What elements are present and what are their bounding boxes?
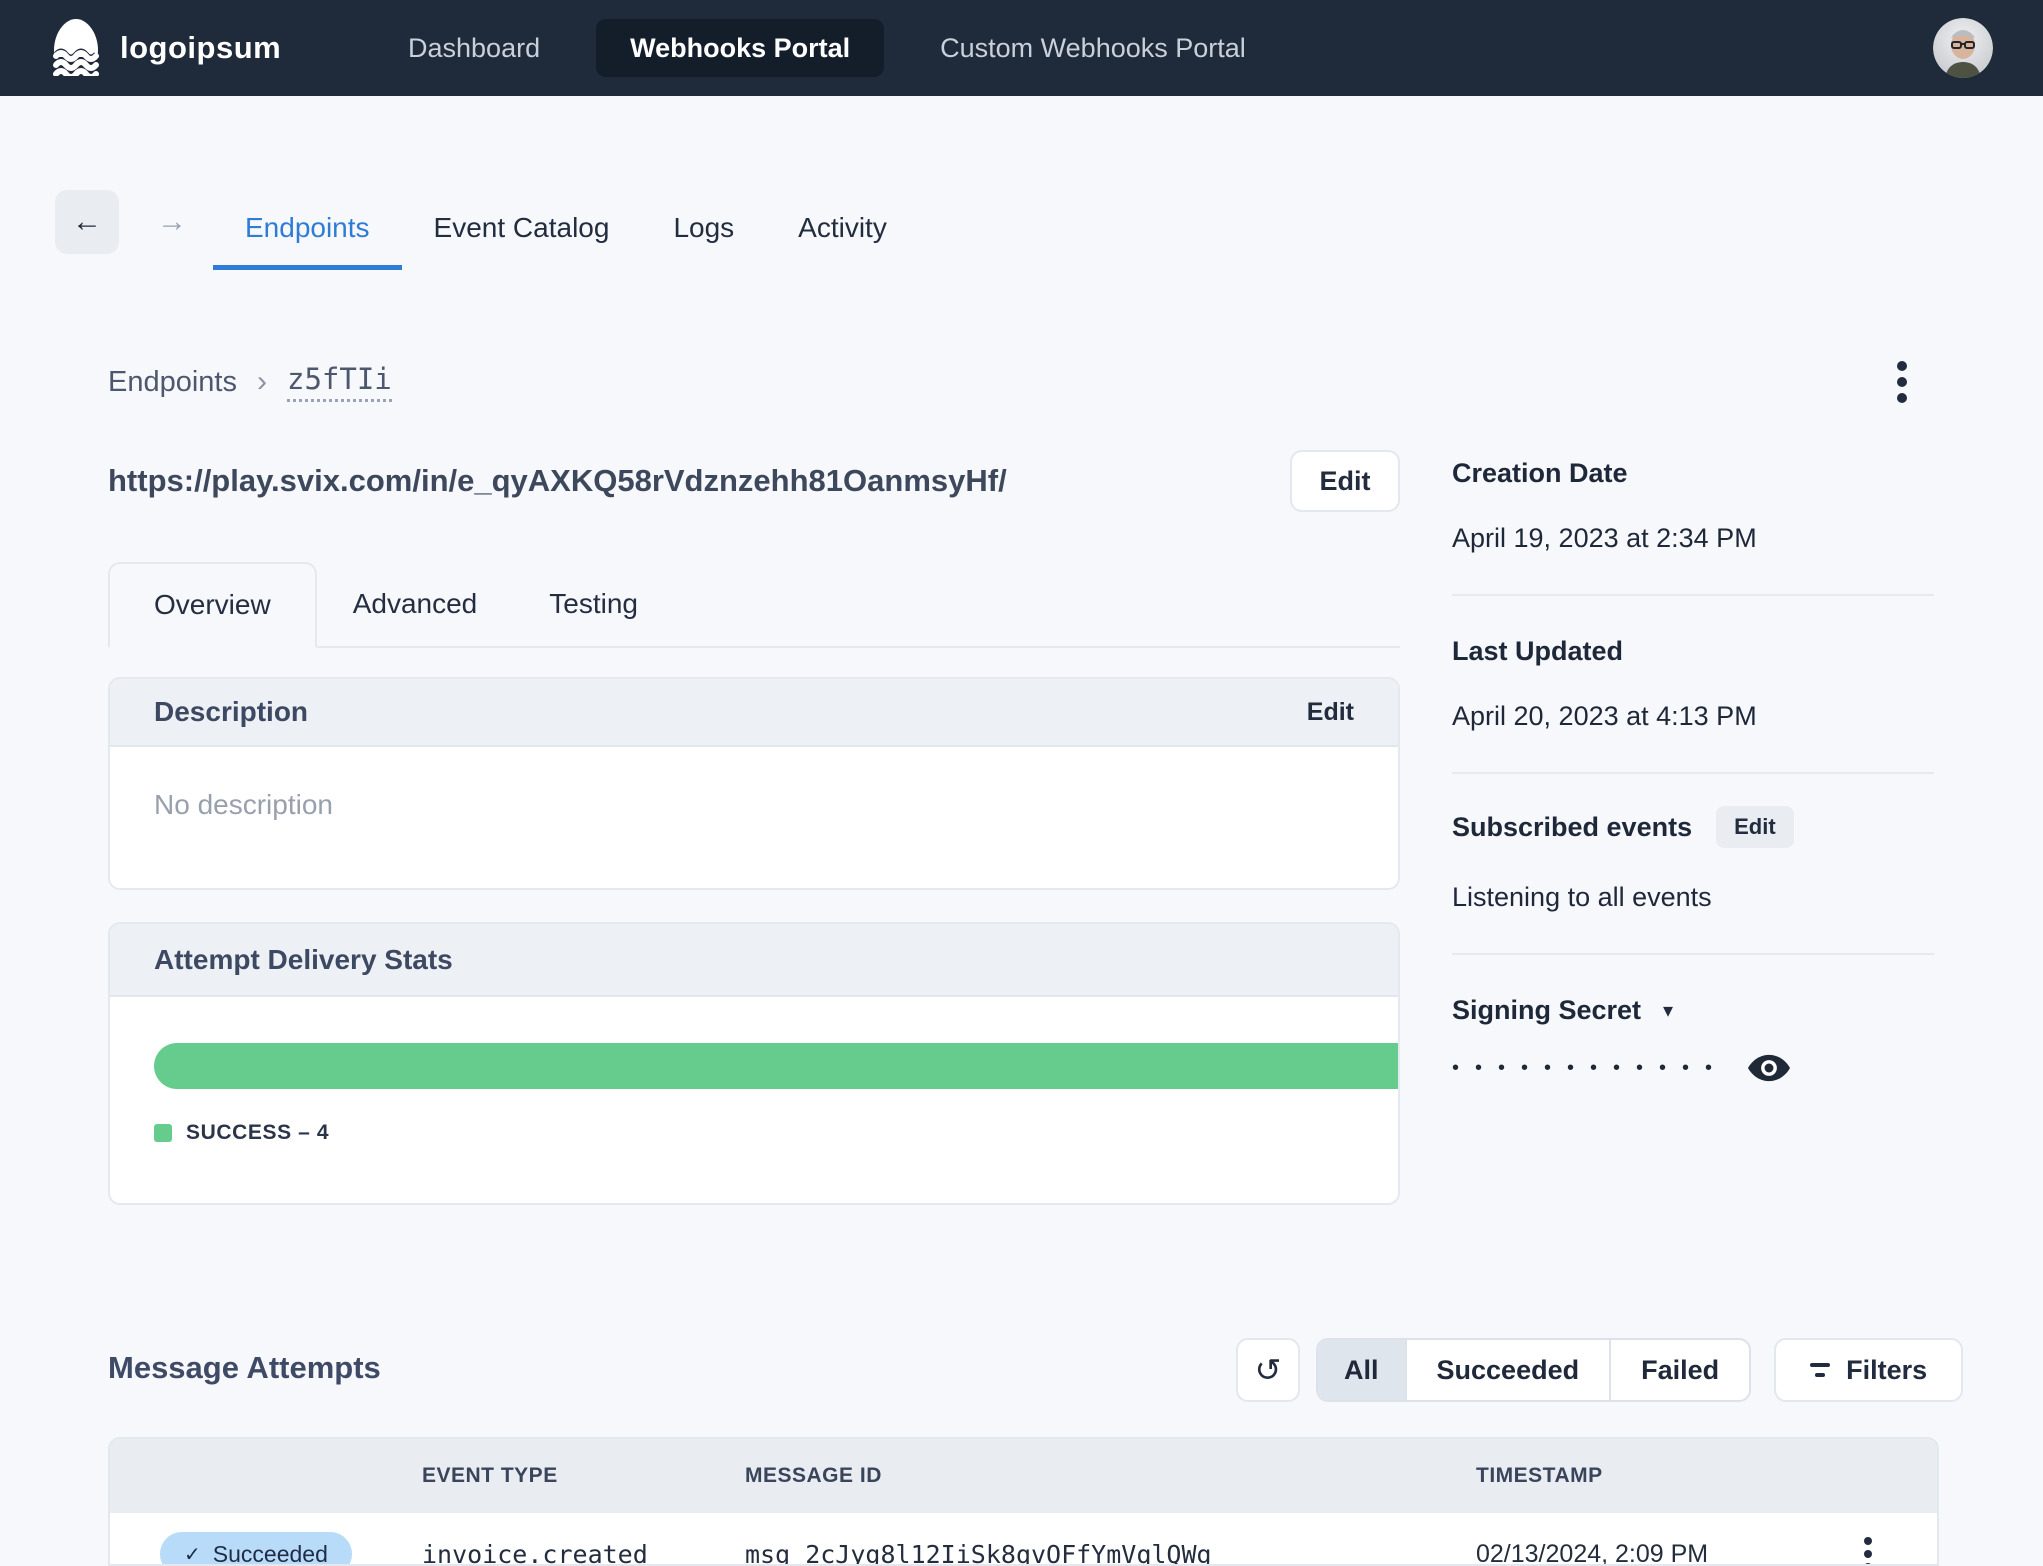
success-swatch-icon: [154, 1124, 172, 1142]
edit-description-button[interactable]: Edit: [1307, 698, 1354, 727]
subscribed-events-row: Subscribed events Edit: [1452, 806, 1934, 848]
portal-tab-bar: ← → Endpoints Event Catalog Logs Activit…: [55, 190, 919, 270]
breadcrumb-endpoints-link[interactable]: Endpoints: [108, 366, 237, 399]
back-button[interactable]: ←: [55, 190, 119, 254]
webhooks-portal-page: logoipsum Dashboard Webhooks Portal Cust…: [0, 0, 2043, 1566]
filter-failed-button[interactable]: Failed: [1609, 1340, 1749, 1400]
masked-secret: ••••••••••••: [1452, 1057, 1729, 1079]
refresh-button[interactable]: ↺: [1236, 1338, 1300, 1402]
col-message-id: MESSAGE ID: [745, 1464, 882, 1487]
logoipsum-icon: [48, 16, 104, 81]
endpoint-url-row: https://play.svix.com/in/e_qyAXKQ58rVdzn…: [108, 450, 1400, 512]
status-badge: ✓ Succeeded: [160, 1532, 352, 1566]
delivery-stats-header: Attempt Delivery Stats: [110, 924, 1398, 997]
delivery-stats-card: Attempt Delivery Stats SUCCESS – 4: [108, 922, 1400, 1205]
col-event-type: EVENT TYPE: [422, 1464, 558, 1487]
endpoint-url: https://play.svix.com/in/e_qyAXKQ58rVdzn…: [108, 463, 1007, 498]
success-legend-label: SUCCESS – 4: [186, 1121, 330, 1144]
primary-nav: Dashboard Webhooks Portal Custom Webhook…: [408, 0, 1246, 96]
tab-testing[interactable]: Testing: [513, 562, 674, 646]
breadcrumb: Endpoints › z5fTIi: [108, 360, 1939, 404]
last-updated-label: Last Updated: [1452, 636, 1624, 666]
description-title: Description: [154, 696, 309, 727]
filter-all-button[interactable]: All: [1318, 1340, 1405, 1400]
portal-tabs: Endpoints Event Catalog Logs Activity: [213, 190, 919, 270]
nav-dashboard[interactable]: Dashboard: [408, 33, 540, 64]
status-filter-segmented: All Succeeded Failed: [1316, 1338, 1752, 1402]
refresh-icon: ↺: [1254, 1352, 1282, 1388]
tab-advanced[interactable]: Advanced: [317, 562, 514, 646]
divider: [1452, 594, 1934, 596]
tab-event-catalog[interactable]: Event Catalog: [402, 190, 642, 270]
divider: [1452, 953, 1934, 955]
endpoint-options-kebab-icon[interactable]: [1893, 357, 1911, 407]
attempts-table-header: EVENT TYPE MESSAGE ID TIMESTAMP: [110, 1439, 1937, 1513]
back-arrow-icon: ←: [72, 205, 102, 238]
attempts-table: EVENT TYPE MESSAGE ID TIMESTAMP ✓ Succee…: [108, 1437, 1939, 1566]
description-card: Description Edit No description: [108, 677, 1400, 890]
subscribed-events-value: Listening to all events: [1452, 882, 1712, 912]
description-card-header: Description Edit: [110, 679, 1398, 747]
detail-tabs: Overview Advanced Testing: [108, 562, 1400, 648]
col-timestamp: TIMESTAMP: [1476, 1464, 1603, 1487]
signing-secret-row: ••••••••••••: [1452, 1054, 1934, 1082]
filter-succeeded-button[interactable]: Succeeded: [1404, 1340, 1610, 1400]
edit-url-button[interactable]: Edit: [1290, 450, 1400, 512]
table-row[interactable]: ✓ Succeeded invoice.created msg_2cJyg8l1…: [110, 1513, 1937, 1566]
filter-lines-icon: [1810, 1363, 1831, 1377]
reveal-secret-eye-icon[interactable]: [1748, 1054, 1791, 1082]
stats-legend: SUCCESS – 4: [154, 1121, 1354, 1145]
forward-button[interactable]: →: [140, 190, 204, 254]
description-empty-text: No description: [154, 789, 333, 820]
delivery-stats-title: Attempt Delivery Stats: [154, 943, 453, 975]
creation-date-value: April 19, 2023 at 2:34 PM: [1452, 523, 1757, 553]
filters-button-label: Filters: [1846, 1354, 1928, 1385]
status-badge-label: Succeeded: [212, 1540, 328, 1566]
edit-subscribed-events-button[interactable]: Edit: [1716, 806, 1794, 848]
filters-button[interactable]: Filters: [1774, 1338, 1964, 1402]
divider: [1452, 772, 1934, 774]
nav-webhooks-portal[interactable]: Webhooks Portal: [596, 19, 885, 77]
chevron-down-icon: ▾: [1663, 1000, 1674, 1022]
last-updated-value: April 20, 2023 at 4:13 PM: [1452, 701, 1757, 731]
tab-logs[interactable]: Logs: [641, 190, 766, 270]
message-attempts-title: Message Attempts: [108, 1350, 381, 1385]
tab-activity[interactable]: Activity: [766, 190, 919, 270]
row-options-kebab-icon[interactable]: [1860, 1533, 1876, 1564]
tab-endpoints[interactable]: Endpoints: [213, 190, 402, 270]
tab-overview[interactable]: Overview: [108, 562, 317, 648]
check-icon: ✓: [184, 1543, 201, 1566]
row-message-id: msg_2cJyg8l12IiSk8qvOFfYmVqlQWg: [745, 1539, 1212, 1566]
attempts-controls: ↺ All Succeeded Failed Filters: [1236, 1338, 1964, 1402]
nav-custom-webhooks-portal[interactable]: Custom Webhooks Portal: [940, 33, 1246, 64]
row-event-type: invoice.created: [422, 1539, 648, 1566]
success-bar: [154, 1043, 1398, 1089]
signing-secret-toggle[interactable]: Signing Secret ▾: [1452, 995, 1673, 1026]
breadcrumb-endpoint-id[interactable]: z5fTIi: [287, 362, 392, 402]
chevron-right-icon: ›: [257, 365, 267, 398]
endpoint-meta-sidebar: Creation Date April 19, 2023 at 2:34 PM …: [1452, 458, 1934, 1082]
subscribed-events-label: Subscribed events: [1452, 811, 1693, 842]
brand-name: logoipsum: [120, 30, 282, 65]
user-avatar[interactable]: [1933, 18, 1993, 78]
forward-arrow-icon: →: [157, 205, 187, 238]
brand-logo: logoipsum: [48, 0, 281, 96]
row-timestamp: 02/13/2024, 2:09 PM: [1476, 1539, 1709, 1566]
signing-secret-label: Signing Secret: [1452, 995, 1642, 1025]
top-navbar: logoipsum Dashboard Webhooks Portal Cust…: [0, 0, 2043, 96]
creation-date-label: Creation Date: [1452, 458, 1628, 488]
